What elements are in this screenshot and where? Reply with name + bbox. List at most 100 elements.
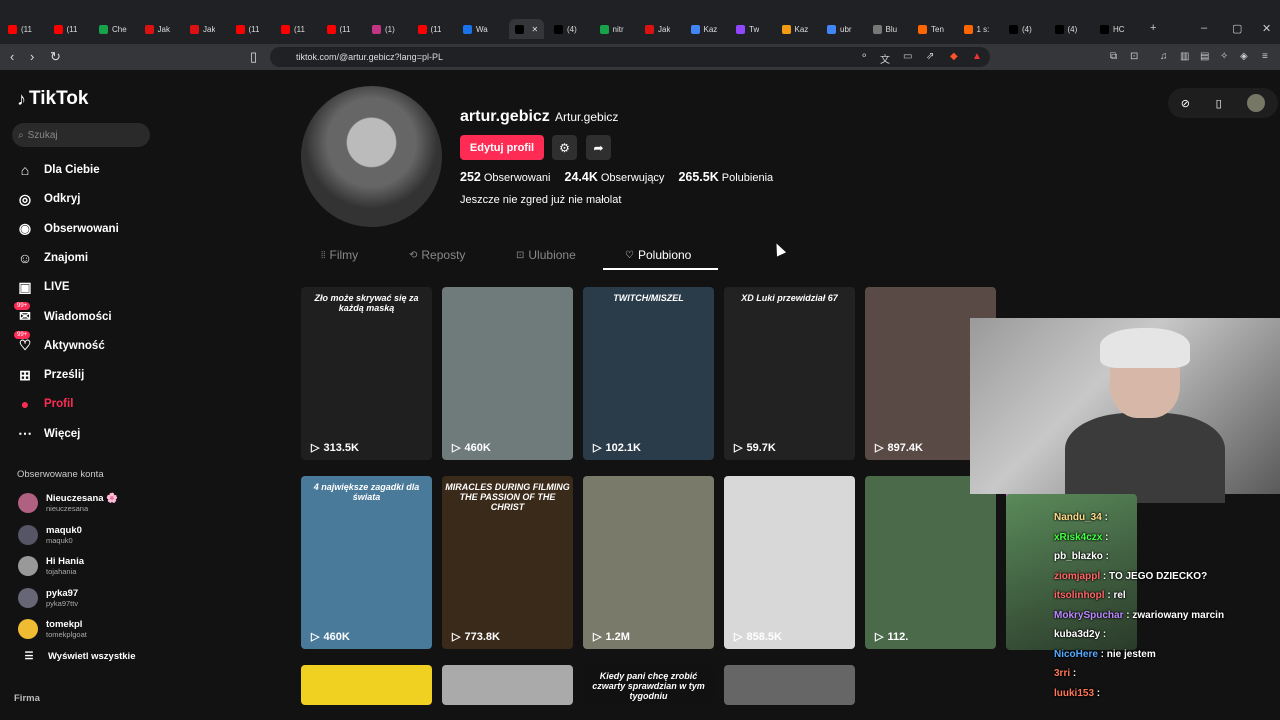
browser-tab[interactable]: Jak [190,19,215,39]
share-profile-button[interactable]: ➦ [586,135,611,160]
tab-reposty[interactable]: ⟲ Reposty [409,248,465,262]
tab-label: Ten [931,24,944,34]
maximize-button[interactable]: ▢ [1232,22,1242,35]
browser-tab[interactable]: (4) [1054,19,1077,39]
video-thumbnail[interactable]: ▷ 460K [442,287,573,460]
video-thumbnail[interactable]: ▷ 112. [865,476,996,649]
browser-tab[interactable]: HC [1100,19,1125,39]
browser-tab[interactable]: Ten [918,19,944,39]
media-icon[interactable]: ♫ [1160,51,1168,62]
sidebar-item-aktywno--[interactable]: ♡ Aktywność [16,336,105,356]
translate-icon[interactable]: 文 [880,51,890,66]
chat-username: kuba3d2y [1054,629,1101,640]
sidebar-item-wi-cej[interactable]: ⋯ Więcej [16,424,80,444]
sidebar-item-obserwowani[interactable]: ◉ Obserwowani [16,219,119,239]
extension-icon[interactable]: ⚬ [860,51,868,62]
sidebar-item-live[interactable]: ▣ LIVE [16,277,69,297]
video-thumbnail[interactable]: MIRACLES DURING FILMING THE PASSION OF T… [442,476,573,649]
edit-profile-button[interactable]: Edytuj profil [460,135,544,160]
browser-tab[interactable]: nitr [599,19,624,39]
followed-account[interactable]: tomekpl tomekplgoat [18,616,87,642]
screenshot-icon[interactable]: ⊡ [1130,51,1138,62]
browser-tab[interactable]: (1) [372,19,395,39]
search-input[interactable]: ⌕ Szukaj [12,123,150,147]
profile-avatar[interactable] [301,86,442,227]
leo-icon[interactable]: ✧ [1220,51,1228,62]
browser-tab[interactable]: Kaz [690,19,717,39]
browser-tab[interactable]: ✕ [508,19,545,39]
followed-account[interactable]: Nieuczesana 🌸 nieuczesana [18,490,118,516]
browser-tab[interactable]: Wa [463,19,488,39]
wallet-icon[interactable]: ▤ [1200,51,1209,62]
video-thumbnail[interactable]: 4 największe zagadki dla świata ▷ 460K [301,476,432,649]
browser-tab[interactable]: Blu [872,19,897,39]
user-avatar[interactable] [1247,94,1266,112]
tab-filmy[interactable]: ⦙⦙ Filmy [321,248,358,262]
browser-tab[interactable]: (4) [554,19,577,39]
stat-followers[interactable]: 24.4K Obserwujący [565,170,665,184]
tab-favicon-icon [514,24,524,34]
see-all-link[interactable]: ☰ Wyświetl wszystkie [20,646,136,666]
rewards-icon[interactable]: ▲ [972,51,982,62]
video-thumbnail[interactable]: Zło może skrywać się za każdą maską ▷ 313.… [301,287,432,460]
close-tab-icon[interactable]: ✕ [532,25,539,34]
reload-icon[interactable]: ↻ [50,49,61,65]
browser-tab[interactable]: (11 [53,19,77,39]
sidebar-item-profil[interactable]: ● Profil [16,394,74,414]
followed-account[interactable]: maquk0 maquk0 [18,522,82,548]
browser-tab[interactable]: Jak [144,19,170,39]
browser-tab[interactable]: 1 s: [963,19,989,39]
video-thumbnail[interactable] [301,665,432,705]
browser-tab[interactable]: (11 [235,19,259,39]
video-thumbnail[interactable]: ▷ 858.5K [724,476,855,649]
compass-icon[interactable]: ⊘ [1181,97,1190,110]
bookmark-icon[interactable]: ▯ [250,49,257,65]
followed-account[interactable]: Hi Hania tojahania [18,553,84,579]
tiktok-logo[interactable]: ♪ TikTok [17,88,88,110]
vpn-icon[interactable]: ◈ [1240,51,1248,62]
browser-tab[interactable]: Che [99,19,127,39]
sidebar-item-odkryj[interactable]: ◎ Odkryj [16,189,81,209]
back-icon[interactable]: ‹ [10,49,14,64]
browser-tab[interactable]: Jak [645,19,670,39]
sidebar-item-prze-lij[interactable]: ⊞ Prześlij [16,365,84,385]
video-thumbnail[interactable] [442,665,573,705]
browser-tab[interactable]: ubr [827,19,852,39]
tab-polubiono[interactable]: ♡ Polubiono [625,248,691,262]
view-count: 1.2M [605,630,630,643]
video-thumbnail[interactable]: XD Luki przewidział 67 ▷ 59.7K [724,287,855,460]
share-icon[interactable]: ⇗ [926,51,934,62]
browser-tab[interactable]: (11 [281,19,305,39]
view-count: 460K [323,630,350,643]
video-thumbnail[interactable]: Kiedy pani chcę zrobić czwarty sprawdzia… [583,665,714,705]
tab-ulubione[interactable]: ⊡ Ulubione [516,248,576,262]
footer-company[interactable]: Firma [14,693,40,704]
sidebar-toggle-icon[interactable]: ▥ [1180,51,1189,62]
stat-following[interactable]: 252 Obserwowani [460,170,551,184]
cast-icon[interactable]: ▭ [903,51,912,62]
browser-tab[interactable]: Tw [736,19,759,39]
settings-button[interactable]: ⚙ [552,135,577,160]
tab-favicon-icon [645,24,654,34]
menu-icon[interactable]: ≡ [1262,51,1268,62]
tab-favicon-icon [235,24,245,34]
close-window-button[interactable]: ✕ [1262,22,1271,35]
browser-tab[interactable]: (4) [1009,19,1032,39]
browser-tab[interactable]: Kaz [781,19,808,39]
browser-tab[interactable]: (11 [417,19,441,39]
minimize-button[interactable]: – [1201,22,1207,34]
puzzle-icon[interactable]: ⧉ [1110,51,1117,62]
video-thumbnail[interactable] [724,665,855,705]
followed-account[interactable]: pyka97 pyka97ttv [18,585,78,611]
sidebar-item-dla-ciebie[interactable]: ⌂ Dla Ciebie [16,160,100,180]
browser-tab[interactable]: (11 [326,19,350,39]
sidebar-item-znajomi[interactable]: ☺ Znajomi [16,248,88,268]
video-thumbnail[interactable]: TWITCH/MISZEL ▷ 102.1K [583,287,714,460]
forward-icon[interactable]: › [30,49,34,64]
phone-icon[interactable]: ▯ [1216,97,1222,110]
new-tab-button[interactable]: + [1150,22,1156,34]
brave-shield-icon[interactable]: ◆ [950,51,958,62]
sidebar-item-wiadomo-ci[interactable]: ✉ Wiadomości [16,307,112,327]
browser-tab[interactable]: (11 [8,19,32,39]
video-thumbnail[interactable]: ▷ 1.2M [583,476,714,649]
